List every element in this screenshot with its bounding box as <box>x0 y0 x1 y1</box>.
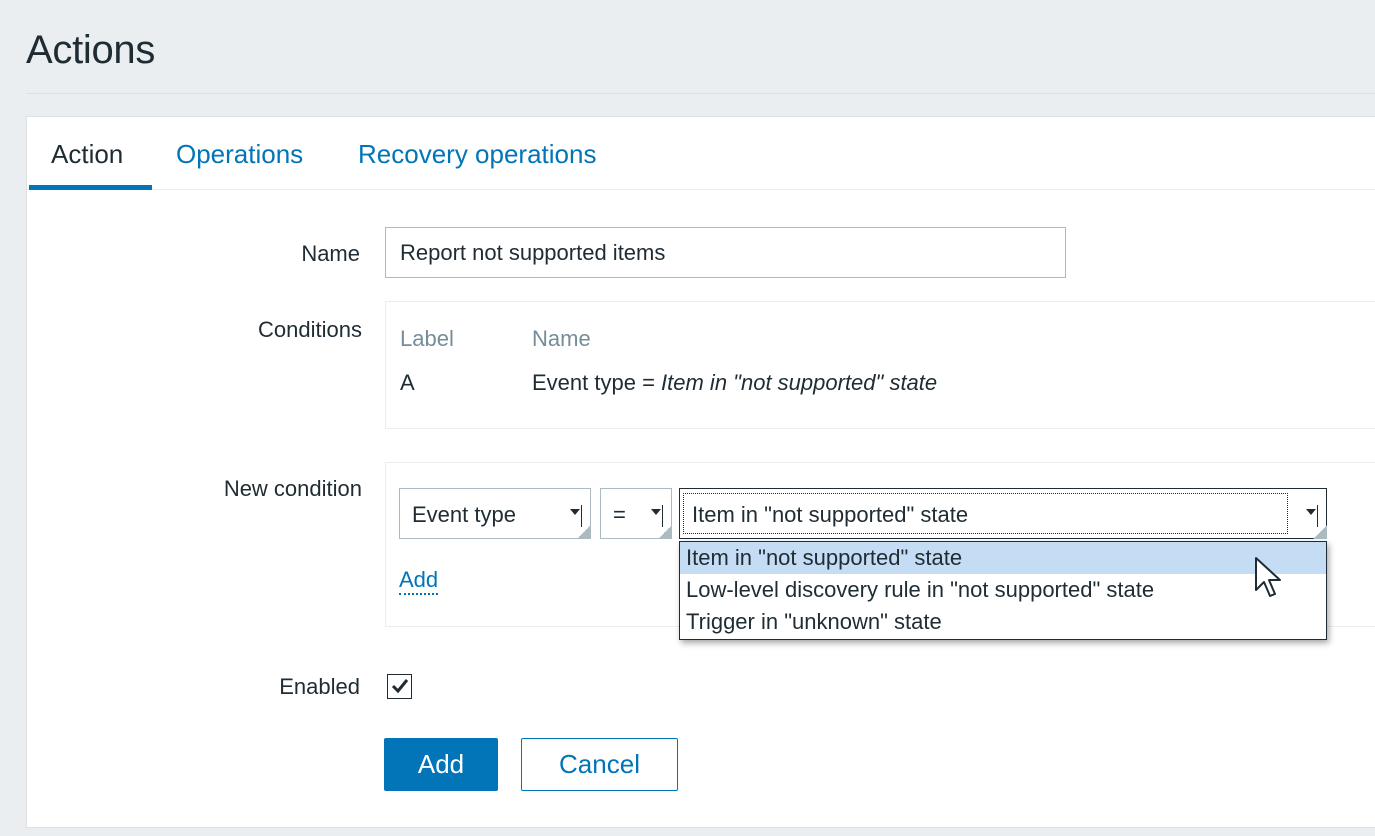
enabled-label: Enabled <box>279 674 360 699</box>
condition-operator-value: = <box>613 502 626 527</box>
tab-recovery-operations[interactable]: Recovery operations <box>358 139 596 170</box>
chevron-down-icon <box>651 509 661 515</box>
condition-value-dropdown: Item in "not supported" state Low-level … <box>679 541 1327 640</box>
action-form-panel: Action Operations Recovery operations Na… <box>26 116 1375 828</box>
conditions-header-name: Name <box>532 326 591 351</box>
page-title: Actions <box>26 28 156 72</box>
name-label: Name <box>301 241 360 266</box>
new-condition-label: New condition <box>223 476 362 501</box>
condition-type-select[interactable]: Event type <box>399 488 591 539</box>
cancel-button[interactable]: Cancel <box>521 738 678 791</box>
chevron-down-icon <box>1306 509 1316 515</box>
condition-type-value: Event type <box>412 502 516 527</box>
conditions-header-label: Label <box>400 326 454 351</box>
dropdown-option[interactable]: Item in "not supported" state <box>680 542 1326 574</box>
tab-operations[interactable]: Operations <box>176 139 303 170</box>
add-button[interactable]: Add <box>384 738 498 791</box>
condition-value-select[interactable]: Item in "not supported" state <box>679 488 1327 539</box>
active-tab-indicator <box>29 185 152 190</box>
tab-bar: Action Operations Recovery operations <box>27 117 1375 190</box>
tab-action[interactable]: Action <box>51 139 123 170</box>
conditions-table: Label Name A Event type = Item in "not s… <box>385 301 1375 429</box>
checkmark-icon <box>391 679 409 694</box>
condition-operator-select[interactable]: = <box>600 488 672 539</box>
condition-row-value: Item in "not supported" state <box>661 370 938 395</box>
enabled-checkbox[interactable] <box>387 674 412 699</box>
condition-row-label: A <box>400 370 415 395</box>
condition-row-name: Event type = Item in "not supported" sta… <box>532 370 938 395</box>
dropdown-option[interactable]: Low-level discovery rule in "not support… <box>680 574 1326 606</box>
condition-value-selected: Item in "not supported" state <box>692 502 969 527</box>
dropdown-option[interactable]: Trigger in "unknown" state <box>680 606 1326 638</box>
name-input[interactable]: Report not supported items <box>385 227 1066 278</box>
conditions-label: Conditions <box>258 317 362 342</box>
mouse-pointer-icon <box>1255 557 1281 597</box>
add-condition-link[interactable]: Add <box>399 567 439 595</box>
title-divider <box>26 93 1375 94</box>
chevron-down-icon <box>570 509 580 515</box>
